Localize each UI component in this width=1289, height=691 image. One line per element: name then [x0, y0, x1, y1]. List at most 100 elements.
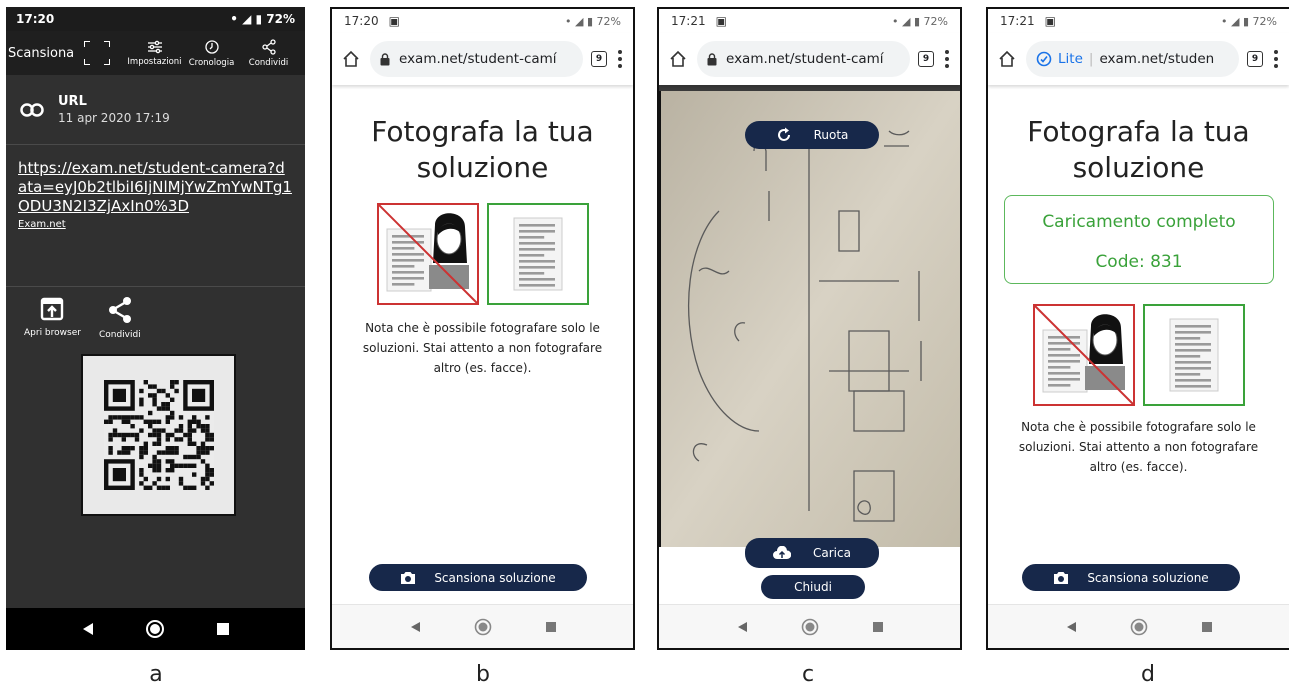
- recents-icon[interactable]: [1201, 621, 1213, 633]
- home-icon[interactable]: [801, 618, 819, 636]
- address-bar: Lite | exam.net/studen 9: [988, 33, 1289, 85]
- scan-solution-button[interactable]: Scansiona soluzione: [369, 564, 587, 591]
- android-nav-bar: [6, 608, 305, 650]
- no-face-photo-icon: [1032, 304, 1135, 406]
- qr-scanner-screen: 17:20 • ◢ ▮ 72% Scansiona Impostazioni C…: [6, 7, 305, 650]
- recents-icon[interactable]: [545, 621, 557, 633]
- tab-count-button[interactable]: 9: [918, 51, 934, 67]
- status-battery: • ◢ ▮ 72%: [230, 12, 295, 26]
- status-time: 17:20: [16, 12, 55, 26]
- browser-screen-upload-complete: 17:21 ▣ • ◢ ▮ 72% Lite | exam.net/studen …: [986, 7, 1289, 650]
- share-toolbar-button[interactable]: Condividi: [240, 38, 297, 68]
- tab-count-button[interactable]: 9: [1247, 51, 1263, 67]
- back-icon[interactable]: [736, 621, 748, 633]
- document-only-photo-icon: [486, 203, 589, 305]
- history-button[interactable]: Cronologia: [183, 39, 240, 68]
- url-field[interactable]: Lite | exam.net/studen: [1026, 41, 1239, 77]
- sliders-icon: [147, 40, 162, 53]
- handwritten-notes-image: [659, 91, 960, 547]
- address-bar: exam.net/student-camí 9: [332, 33, 633, 85]
- scan-frame-icon[interactable]: [68, 31, 126, 75]
- camera-icon: [401, 571, 416, 584]
- menu-icon[interactable]: [615, 50, 625, 68]
- status-bar: 17:21 ▣ • ◢ ▮ 72%: [988, 9, 1289, 33]
- home-icon[interactable]: [1130, 618, 1148, 636]
- image-notification-icon: ▣: [715, 14, 727, 28]
- no-face-photo-icon: [376, 203, 479, 305]
- status-battery: • ◢ ▮ 72%: [565, 14, 621, 28]
- panel-label-c: c: [801, 662, 815, 687]
- page-content: Fotografa la tua soluzione Caricamento c…: [988, 85, 1289, 608]
- back-icon[interactable]: [1065, 621, 1077, 633]
- home-icon[interactable]: [474, 618, 492, 636]
- rotate-icon: [777, 127, 790, 141]
- lock-icon: [707, 52, 717, 65]
- open-in-browser-icon: [41, 297, 64, 321]
- app-title: Scansiona: [8, 45, 75, 61]
- panel-label-d: d: [1141, 662, 1155, 687]
- cloud-upload-icon: [773, 546, 792, 559]
- browser-screen-instructions: 17:20 ▣ • ◢ ▮ 72% exam.net/student-camí 9…: [330, 7, 635, 650]
- status-bar: 17:21 ▣ • ◢ ▮ 72%: [659, 9, 960, 33]
- panel-label-a: a: [149, 662, 163, 687]
- instruction-note: Nota che è possibile fotografare solo le…: [362, 321, 603, 375]
- url-field[interactable]: exam.net/student-camí: [697, 41, 910, 77]
- tab-count-button[interactable]: 9: [591, 51, 607, 67]
- home-icon[interactable]: [667, 50, 689, 68]
- history-icon: [204, 39, 219, 54]
- page-content: Ruota Carica Chiudi: [659, 85, 960, 608]
- lite-mode-icon: [1036, 51, 1052, 67]
- link-icon: [20, 102, 44, 117]
- home-icon[interactable]: [996, 50, 1018, 68]
- page-title: Fotografa la tua soluzione: [371, 115, 594, 184]
- status-battery: • ◢ ▮ 72%: [892, 14, 948, 28]
- result-source[interactable]: Exam.net: [18, 219, 293, 230]
- android-nav-bar: [988, 604, 1289, 648]
- browser-screen-photo-preview: 17:21 ▣ • ◢ ▮ 72% exam.net/student-camí 9: [657, 7, 962, 650]
- status-time: 17:20: [344, 14, 379, 28]
- close-button[interactable]: Chiudi: [761, 575, 865, 599]
- page-content: Fotografa la tua soluzione Nota che è po…: [332, 85, 633, 608]
- settings-button[interactable]: Impostazioni: [126, 40, 183, 67]
- open-browser-button[interactable]: Apri browser: [24, 297, 81, 353]
- result-header: URL 11 apr 2020 17:19: [6, 75, 305, 145]
- status-time: 17:21: [671, 14, 706, 28]
- android-nav-bar: [332, 604, 633, 648]
- share-icon: [108, 297, 131, 323]
- share-result-button[interactable]: Condividi: [99, 297, 141, 353]
- status-bar: 17:20 • ◢ ▮ 72%: [6, 7, 305, 31]
- rotate-button[interactable]: Ruota: [745, 121, 879, 149]
- result-date: 11 apr 2020 17:19: [58, 111, 170, 125]
- address-bar: exam.net/student-camí 9: [659, 33, 960, 85]
- recents-icon[interactable]: [216, 622, 230, 636]
- example-illustration: [332, 203, 633, 305]
- upload-code: Code: 831: [1095, 252, 1183, 272]
- instruction-note: Nota che è possibile fotografare solo le…: [1018, 420, 1259, 474]
- recents-icon[interactable]: [872, 621, 884, 633]
- home-icon[interactable]: [145, 619, 165, 639]
- scanned-url-link[interactable]: https://exam.net/student-camera?data=eyJ…: [18, 159, 293, 216]
- menu-icon[interactable]: [942, 50, 952, 68]
- home-icon[interactable]: [340, 50, 362, 68]
- image-notification-icon: ▣: [1044, 14, 1056, 28]
- result-actions: Apri browser Condividi: [6, 287, 305, 353]
- url-field[interactable]: exam.net/student-camí: [370, 41, 583, 77]
- scan-solution-button[interactable]: Scansiona soluzione: [1022, 564, 1240, 591]
- upload-complete-text: Caricamento completo: [1042, 212, 1236, 232]
- back-icon[interactable]: [409, 621, 421, 633]
- upload-status-box: Caricamento completo Code: 831: [1004, 195, 1274, 284]
- document-only-photo-icon: [1142, 304, 1245, 406]
- android-nav-bar: [659, 604, 960, 648]
- lock-icon: [380, 52, 390, 65]
- panel-label-b: b: [476, 662, 490, 687]
- page-title: Fotografa la tua soluzione: [1027, 115, 1250, 184]
- upload-button[interactable]: Carica: [745, 538, 879, 568]
- lite-label: Lite: [1058, 51, 1083, 67]
- left-edge: [659, 91, 661, 547]
- back-icon[interactable]: [81, 622, 95, 636]
- qr-code-image: [81, 354, 236, 516]
- menu-icon[interactable]: [1271, 50, 1281, 68]
- camera-icon: [1054, 571, 1069, 584]
- status-time: 17:21: [1000, 14, 1035, 28]
- qr-code-icon: [103, 380, 214, 490]
